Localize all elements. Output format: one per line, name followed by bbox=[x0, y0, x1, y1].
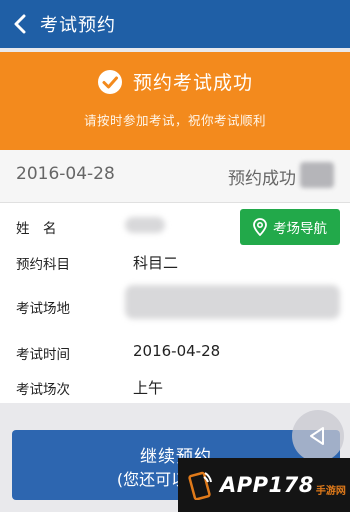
page-title: 考试预约 bbox=[40, 15, 116, 36]
time-value: 2016-04-28 bbox=[133, 342, 221, 360]
floating-back-button[interactable] bbox=[292, 410, 344, 462]
summary-row: 2016-04-28 预约成功 bbox=[0, 150, 350, 202]
venue-label: 考试场地 bbox=[16, 301, 70, 317]
phone-logo-icon bbox=[186, 470, 214, 501]
watermark-sub: 手游网 bbox=[315, 485, 346, 497]
success-banner: 预约考试成功 请按时参加考试，祝你考试顺利 bbox=[0, 52, 350, 150]
location-pin-icon bbox=[253, 218, 267, 237]
venue-navigation-button[interactable]: 考场导航 bbox=[240, 209, 340, 245]
redacted-venue bbox=[125, 285, 340, 319]
banner-heading: 预约考试成功 bbox=[0, 68, 350, 95]
top-bar: 考试预约 bbox=[0, 0, 350, 48]
subject-label: 预约科目 bbox=[16, 257, 70, 273]
session-label: 考试场次 bbox=[16, 382, 70, 398]
watermark-logo: APP178 手游网 bbox=[178, 458, 350, 512]
back-arrow-icon[interactable] bbox=[0, 0, 40, 48]
watermark-brand: APP178 bbox=[220, 473, 314, 497]
details-panel: 姓 名 考场导航 预约科目 科目二 考试场地 考试时间 2016-04-28 考… bbox=[0, 203, 350, 403]
time-label: 考试时间 bbox=[16, 347, 70, 363]
booking-status: 预约成功 bbox=[228, 169, 296, 189]
triangle-left-icon bbox=[310, 427, 324, 445]
exam-date: 2016-04-28 bbox=[16, 164, 115, 184]
redacted-badge bbox=[300, 162, 334, 188]
name-label: 姓 名 bbox=[16, 221, 57, 237]
subject-value: 科目二 bbox=[133, 254, 179, 272]
venue-navigation-label: 考场导航 bbox=[273, 221, 327, 237]
session-value: 上午 bbox=[133, 379, 164, 397]
banner-title: 预约考试成功 bbox=[132, 72, 253, 94]
redacted-name bbox=[125, 217, 165, 233]
banner-subtitle: 请按时参加考试，祝你考试顺利 bbox=[83, 113, 266, 128]
check-circle-icon bbox=[97, 69, 123, 95]
